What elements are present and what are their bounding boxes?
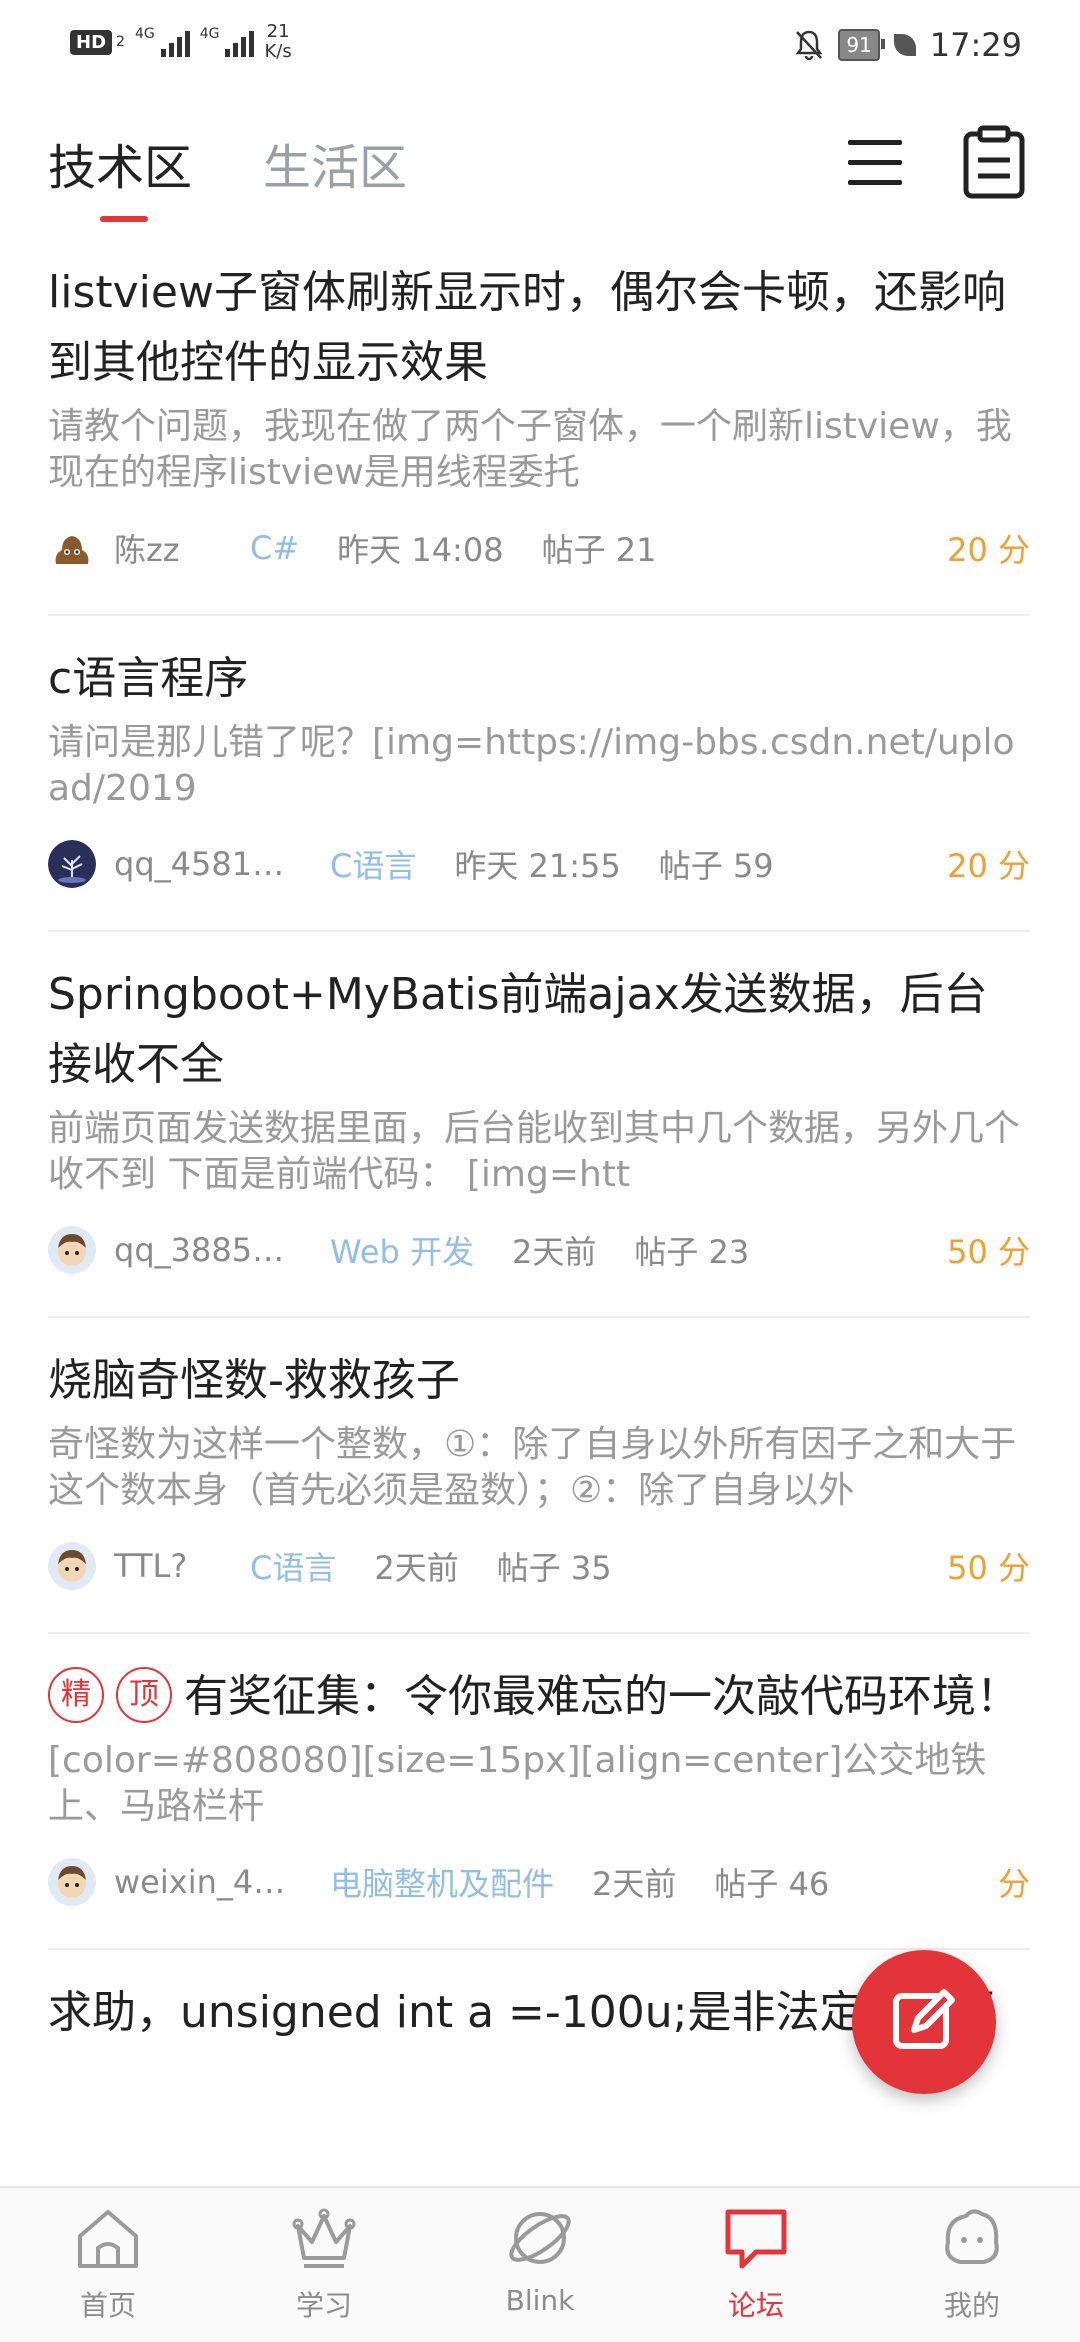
post-score: 分 [997, 1865, 1030, 1903]
post-category[interactable]: C语言 [250, 1543, 336, 1589]
post-title[interactable]: listview子窗体刷新显示时，偶尔会卡顿，还影响到其他控件的显示效果 [48, 258, 1030, 398]
network-speed-unit: K/s [264, 41, 292, 62]
avatar[interactable] [48, 840, 96, 888]
avatar[interactable] [48, 1858, 96, 1906]
nav-label-home: 首页 [79, 2289, 136, 2322]
post-meta: qq_38853... Web 开发 2天前 帖子 23 50 分 [48, 1220, 1030, 1280]
post-item[interactable]: listview子窗体刷新显示时，偶尔会卡顿，还影响到其他控件的显示效果 请教个… [48, 258, 1030, 616]
post-title[interactable]: 烧脑奇怪数-救救孩子 [48, 1346, 1030, 1416]
profile-icon [945, 2209, 999, 2264]
post-author[interactable]: qq_38853... [114, 1231, 294, 1269]
post-date: 2天前 [511, 1233, 597, 1271]
signal-icon: 4G [200, 27, 255, 57]
avatar[interactable] [48, 1226, 96, 1274]
post-title[interactable]: Springboot+MyBatis前端ajax发送数据，后台接收不全 [48, 960, 1030, 1100]
network-type-label: 4G [199, 26, 220, 42]
post-category[interactable]: C语言 [330, 841, 416, 887]
bell-off-icon [795, 30, 823, 61]
post-replies: 帖子 46 [714, 1865, 830, 1903]
home-icon [78, 2210, 138, 2268]
network-speed-value: 21 [266, 21, 290, 42]
nav-item-home[interactable]: 首页 [0, 2188, 216, 2342]
menu-icon[interactable] [848, 132, 904, 192]
featured-badge: 精 [48, 1667, 104, 1723]
forum-header: 技术区 生活区 [0, 110, 1080, 230]
post-author[interactable]: qq_45817... [114, 845, 294, 883]
post-category[interactable]: 电脑整机及配件 [330, 1859, 554, 1905]
post-snippet: 奇怪数为这样一个整数，①：除了自身以外所有因子之和大于这个数本身（首先必须是盈数… [48, 1424, 1017, 1511]
post-score: 20 分 [947, 531, 1030, 569]
post-snippet: 请问是那儿错了呢？[img=https://img-bbs.csdn.net/u… [48, 722, 1015, 809]
post-author[interactable]: TTL? [114, 1547, 214, 1585]
post-score: 50 分 [947, 1233, 1030, 1271]
active-tab-indicator [100, 216, 148, 222]
compose-button[interactable] [852, 1950, 996, 2094]
post-snippet: [color=#808080][size=15px][align=center]… [48, 1740, 987, 1827]
network-speed: 21 K/s [264, 22, 291, 62]
post-meta: qq_45817... C语言 昨天 21:55 帖子 59 20 分 [48, 834, 1030, 894]
nav-label-forum: 论坛 [727, 2289, 784, 2322]
nav-label-blink: Blink [505, 2284, 575, 2317]
post-replies: 帖子 59 [658, 847, 774, 885]
planet-icon [509, 2212, 571, 2264]
chat-bubble-icon [725, 2209, 787, 2269]
post-score: 50 分 [947, 1549, 1030, 1587]
post-score: 20 分 [947, 847, 1030, 885]
clock: 17:29 [929, 26, 1022, 64]
status-left: HD 2 4G 4G 21 K/s [70, 22, 292, 62]
post-item[interactable]: 精顶有奖征集：令你最难忘的一次敲代码环境！ [color=#808080][si… [48, 1662, 1030, 1950]
post-date: 昨天 21:55 [454, 847, 621, 885]
post-author[interactable]: 陈zz [114, 525, 214, 571]
post-item[interactable]: 烧脑奇怪数-救救孩子 奇怪数为这样一个整数，①：除了自身以外所有因子之和大于这个… [48, 1346, 1030, 1634]
post-meta: weixin_41... 电脑整机及配件 2天前 帖子 46 分 [48, 1852, 1030, 1912]
post-item[interactable]: c语言程序 请问是那儿错了呢？[img=https://img-bbs.csdn… [48, 644, 1030, 932]
post-date: 昨天 14:08 [337, 531, 504, 569]
post-feed: listview子窗体刷新显示时，偶尔会卡顿，还影响到其他控件的显示效果 请教个… [48, 258, 1030, 2048]
status-right: 91 17:29 [794, 26, 1022, 64]
post-date: 2天前 [374, 1549, 459, 1587]
status-bar: HD 2 4G 4G 21 K/s 91 17:29 [0, 0, 1080, 90]
power-saving-leaf-icon [893, 34, 916, 56]
nav-label-mine: 我的 [943, 2289, 1000, 2322]
network-type-label: 4G [134, 26, 155, 42]
tab-tech-zone[interactable]: 技术区 [48, 128, 192, 198]
tab-life-zone[interactable]: 生活区 [263, 128, 407, 198]
signal-icon: 4G [135, 27, 190, 57]
crown-icon [292, 2208, 356, 2268]
nav-item-learn[interactable]: 学习 [216, 2188, 432, 2342]
post-author[interactable]: weixin_41... [114, 1863, 294, 1901]
edit-icon [893, 1989, 955, 2049]
pinned-badge: 顶 [116, 1667, 172, 1723]
clipboard-icon[interactable] [962, 124, 1026, 200]
post-item[interactable]: Springboot+MyBatis前端ajax发送数据，后台接收不全 前端页面… [48, 960, 1030, 1318]
hd-indicator: HD [70, 29, 113, 55]
post-category[interactable]: C# [250, 529, 299, 567]
avatar[interactable] [48, 1542, 96, 1590]
post-category[interactable]: Web 开发 [330, 1227, 474, 1273]
post-meta: 陈zz C# 昨天 14:08 帖子 21 20 分 [48, 518, 1030, 578]
battery-indicator: 91 [838, 29, 886, 61]
nav-label-learn: 学习 [295, 2289, 352, 2322]
bottom-navigation: 首页 学习 Blink 论坛 我的 [0, 2186, 1080, 2342]
post-snippet: 前端页面发送数据里面，后台能收到其中几个数据，另外几个收不到 下面是前端代码： … [48, 1108, 1021, 1195]
post-snippet: 请教个问题，我现在做了两个子窗体，一个刷新listview，我现在的程序list… [48, 406, 1012, 493]
hd-sim-indicator: 2 [116, 34, 125, 50]
post-date: 2天前 [592, 1865, 677, 1903]
post-title[interactable]: 有奖征集：令你最难忘的一次敲代码环境！ [184, 1671, 1020, 1722]
nav-item-mine[interactable]: 我的 [864, 2188, 1080, 2342]
post-title[interactable]: c语言程序 [48, 644, 1030, 714]
avatar[interactable] [48, 524, 96, 572]
nav-item-blink[interactable]: Blink [432, 2188, 648, 2342]
nav-item-forum[interactable]: 论坛 [648, 2188, 864, 2342]
post-replies: 帖子 35 [496, 1549, 612, 1587]
post-meta: TTL? C语言 2天前 帖子 35 50 分 [48, 1536, 1030, 1596]
post-replies: 帖子 23 [634, 1233, 750, 1271]
post-replies: 帖子 21 [541, 531, 657, 569]
post-title-row[interactable]: 精顶有奖征集：令你最难忘的一次敲代码环境！ [48, 1662, 1030, 1732]
